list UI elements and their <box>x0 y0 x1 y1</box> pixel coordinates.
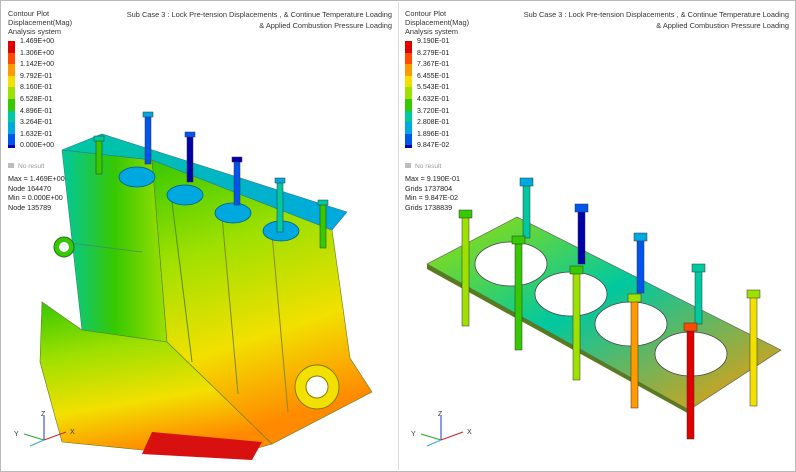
legend-value: 7.367E-01 <box>417 61 450 69</box>
min-node: Node 135789 <box>8 202 52 212</box>
legend-value: 5.543E-01 <box>417 84 450 92</box>
legend-value: 4.896E-01 <box>20 107 53 115</box>
coordinate-system-label: Analysis system <box>405 27 458 36</box>
max-value: Max = 1.469E+00 <box>8 174 65 183</box>
no-result-swatch <box>405 163 411 168</box>
y-axis-line <box>23 433 45 441</box>
legend-value: 1.469E+00 <box>20 38 55 45</box>
y-axis-label: Y <box>411 431 416 438</box>
left-viewport[interactable]: Contour Plot Displacement(Mag) Analysis … <box>2 2 398 470</box>
coordinate-system-label: Analysis system <box>8 27 61 36</box>
axis-triad: Z X Y <box>14 411 75 447</box>
legend-swatch <box>8 52 15 65</box>
legend-swatch <box>8 64 15 76</box>
legend-value: 3.720E-01 <box>417 107 450 115</box>
legend-value: 8.279E-01 <box>417 49 450 57</box>
legend-value: 3.264E-01 <box>20 119 53 127</box>
legend-value: 9.847E-02 <box>417 142 450 150</box>
legend-swatch <box>405 145 412 149</box>
result-type-label: Displacement(Mag) <box>405 18 470 27</box>
legend-swatch <box>405 41 412 53</box>
legend-swatch <box>8 87 15 99</box>
contour-plot-title: Contour Plot <box>8 9 50 18</box>
x-axis-label: X <box>467 429 472 436</box>
z-axis-label: Z <box>41 411 46 418</box>
no-result-swatch <box>8 163 14 168</box>
legend-swatch <box>8 145 15 149</box>
legend-swatch <box>405 75 412 88</box>
legend-value: 0.000E+00 <box>20 142 55 150</box>
x-axis-line <box>43 431 67 441</box>
legend-swatch <box>405 98 412 111</box>
legend-value: 6.528E-01 <box>20 95 53 103</box>
legend-value: 8.160E-01 <box>20 84 53 92</box>
no-result-legend: No result <box>405 163 441 170</box>
y-axis-label: Y <box>14 431 19 438</box>
legend-swatch <box>405 122 412 134</box>
max-value: Max = 9.190E-01 <box>405 174 460 183</box>
head-gasket-bolts-model[interactable] <box>399 2 795 470</box>
min-max-stats: Max = 1.469E+00 Node 164470 Min = 0.000E… <box>8 174 65 212</box>
subcase-title: Sub Case 3 : Lock Pre-tension Displaceme… <box>126 10 392 30</box>
legend-swatch <box>405 64 412 76</box>
legend-swatch <box>405 110 412 123</box>
legend-swatch <box>8 41 15 53</box>
min-grid: Grids 1738839 <box>405 202 453 212</box>
legend-swatch <box>8 122 15 134</box>
viewport-frame: Contour Plot Displacement(Mag) Analysis … <box>0 0 796 472</box>
legend-value: 9.792E-01 <box>20 72 53 80</box>
legend-value: 1.632E-01 <box>20 130 53 138</box>
subcase-title: Sub Case 3 : Lock Pre-tension Displaceme… <box>523 10 789 30</box>
legend-value: 1.896E-01 <box>417 130 450 138</box>
legend-swatch <box>405 133 412 146</box>
max-node: Node 164470 <box>8 183 52 193</box>
contour-plot-header: Contour Plot Displacement(Mag) Analysis … <box>405 9 469 36</box>
max-grid: Grids 1737804 <box>405 183 453 193</box>
min-value: Min = 9.847E-02 <box>405 193 458 203</box>
axis-triad: Z X Y <box>411 411 472 447</box>
min-value: Min = 0.000E+00 <box>8 193 63 203</box>
legend-swatch <box>8 110 15 123</box>
legend-value: 2.808E-01 <box>417 119 450 127</box>
legend-swatch <box>8 133 15 146</box>
result-type-label: Displacement(Mag) <box>8 18 73 27</box>
legend-swatch <box>8 75 15 88</box>
legend-swatch <box>405 87 412 99</box>
engine-block-model[interactable] <box>2 2 398 470</box>
min-max-stats: Max = 9.190E-01 Grids 1737804 Min = 9.84… <box>405 174 460 212</box>
x-axis-line <box>440 431 464 441</box>
x-axis-label: X <box>70 429 75 436</box>
legend-value: 1.306E+00 <box>20 49 55 57</box>
legend-value: 4.632E-01 <box>417 95 450 103</box>
legend-value: 9.190E-01 <box>417 38 450 45</box>
legend-swatch <box>8 98 15 111</box>
contour-plot-title: Contour Plot <box>405 9 447 18</box>
y-axis-line <box>420 433 442 441</box>
contour-plot-header: Contour Plot Displacement(Mag) Analysis … <box>8 9 72 36</box>
legend-value: 6.455E-01 <box>417 72 450 80</box>
right-viewport[interactable]: Contour Plot Displacement(Mag) Analysis … <box>398 2 795 470</box>
no-result-legend: No result <box>8 163 44 170</box>
legend-swatch <box>405 52 412 65</box>
z-axis-label: Z <box>438 411 443 418</box>
legend-value: 1.142E+00 <box>20 61 55 69</box>
